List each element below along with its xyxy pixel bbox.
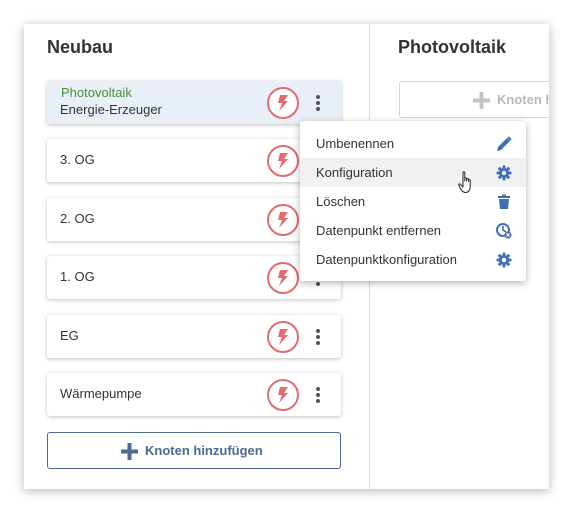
gear-icon	[496, 252, 512, 268]
node-name: Energie-Erzeuger	[60, 102, 162, 117]
node-card-eg[interactable]: EG	[47, 315, 341, 358]
menu-item-datenpunktkonfiguration[interactable]: Datenpunktkonfiguration	[300, 245, 526, 274]
node-card-1-og[interactable]: 1. OG	[47, 256, 341, 299]
menu-item-konfiguration[interactable]: Konfiguration	[300, 158, 526, 187]
add-node-label: Knoten hinzufügen	[145, 443, 263, 458]
lightning-bolt-icon[interactable]	[267, 87, 299, 119]
column-title: Photovoltaik	[398, 37, 507, 57]
lightning-bolt-icon[interactable]	[267, 204, 299, 236]
node-card-photovoltaik[interactable]: Photovoltaik Energie-Erzeuger	[47, 81, 341, 124]
lightning-bolt-icon[interactable]	[267, 145, 299, 177]
node-name: 3. OG	[60, 152, 95, 167]
menu-item-datenpunkt-entfernen[interactable]: Datenpunkt entfernen	[300, 216, 526, 245]
gear-icon	[496, 165, 512, 181]
menu-item-umbenennen[interactable]: Umbenennen	[300, 129, 526, 158]
node-name: 2. OG	[60, 211, 95, 226]
menu-item-label: Konfiguration	[316, 165, 393, 180]
lightning-bolt-icon[interactable]	[267, 379, 299, 411]
add-node-label: Knoten hinzufügen	[497, 92, 549, 107]
node-name: 1. OG	[60, 269, 95, 284]
menu-item-label: Löschen	[316, 194, 366, 209]
menu-item-label: Datenpunkt entfernen	[316, 223, 442, 238]
lightning-bolt-icon[interactable]	[267, 262, 299, 294]
plus-icon	[473, 92, 490, 109]
more-options-icon[interactable]	[310, 94, 326, 112]
pencil-icon	[497, 136, 512, 151]
context-menu: Umbenennen Konfiguration Löschen Datenpu…	[300, 121, 526, 281]
datapoint-remove-icon	[496, 223, 512, 239]
plus-icon	[121, 443, 138, 460]
app-frame: Neubau Photovoltaik Energie-Erzeuger 3. …	[24, 24, 549, 489]
lightning-bolt-icon[interactable]	[267, 321, 299, 353]
more-options-icon[interactable]	[310, 328, 326, 346]
node-card-2-og[interactable]: 2. OG	[47, 198, 341, 241]
trash-icon	[498, 194, 510, 209]
add-node-button[interactable]: Knoten hinzufügen	[399, 81, 549, 118]
node-card-3-og[interactable]: 3. OG	[47, 139, 341, 182]
node-name: EG	[60, 328, 79, 343]
node-card-waermepumpe[interactable]: Wärmepumpe	[47, 373, 341, 416]
hand-pointer-cursor-icon	[458, 171, 471, 193]
column-title: Neubau	[47, 37, 114, 57]
add-node-button[interactable]: Knoten hinzufügen	[47, 432, 341, 469]
more-options-icon[interactable]	[310, 386, 326, 404]
node-name: Wärmepumpe	[60, 386, 142, 401]
node-subtitle: Photovoltaik	[61, 85, 132, 100]
menu-item-label: Umbenennen	[316, 136, 395, 151]
menu-item-loeschen[interactable]: Löschen	[300, 187, 526, 216]
menu-item-label: Datenpunktkonfiguration	[316, 252, 457, 267]
